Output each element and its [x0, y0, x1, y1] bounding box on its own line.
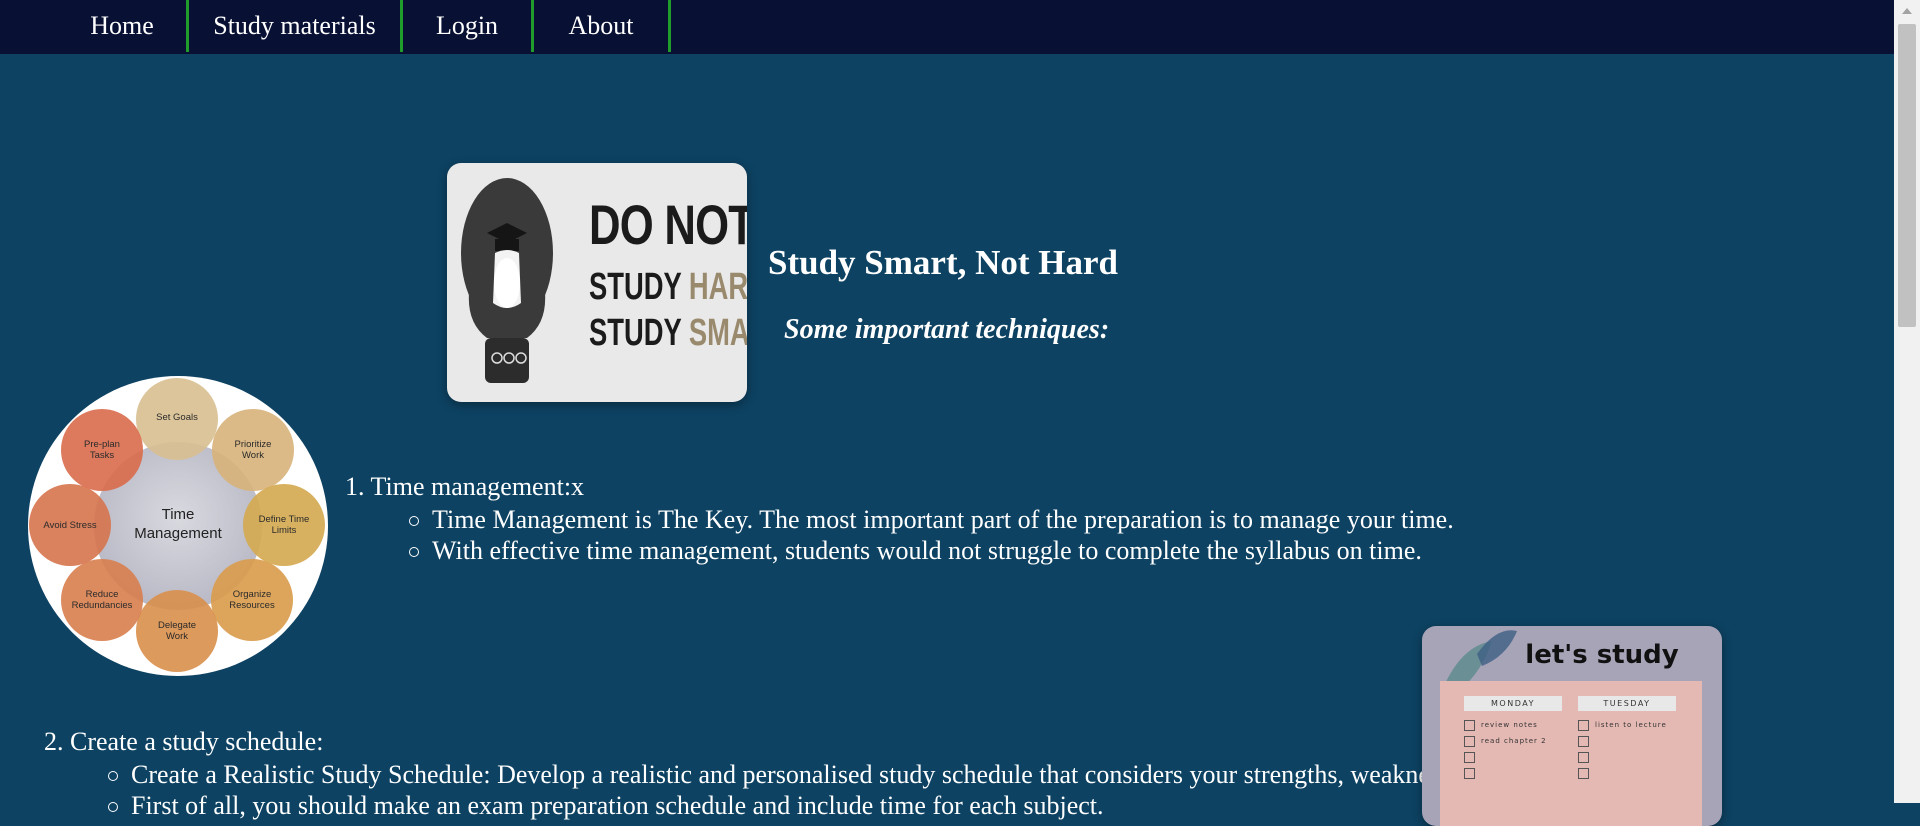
poster-line-1: DO NOT — [589, 193, 747, 256]
checkbox[interactable] — [1464, 767, 1475, 779]
poster-line-3-smart: SMART. — [688, 312, 747, 354]
checkbox[interactable] — [1578, 767, 1589, 779]
section-1-bullets: Time Management is The Key. The most imp… — [409, 504, 1454, 566]
diagram-center-label: Time Management — [134, 506, 222, 542]
page-title: Study Smart, Not Hard — [768, 243, 1119, 282]
page-subtitle: Some important techniques: — [784, 314, 1110, 345]
checkbox[interactable] — [1578, 735, 1589, 747]
poster-line-2-hard: HARD, — [688, 266, 747, 308]
checkbox[interactable] — [1578, 719, 1589, 731]
planner-sheet: MONDAY TUESDAY review notes read chapter… — [1440, 681, 1702, 826]
planner-title: let's study — [1525, 640, 1679, 670]
section-time-management: 1. Time management:x Time Management is … — [345, 471, 1454, 566]
diagram-node-delegate-work: Delegate Work — [157, 620, 197, 642]
planner-tuesday-tasks: listen to lecture — [1578, 717, 1667, 781]
planner-day-tuesday: TUESDAY — [1578, 696, 1676, 711]
planner-monday-tasks: review notes read chapter 2 — [1464, 717, 1547, 781]
section-1-heading: 1. Time management:x — [345, 472, 585, 501]
nav-login-link[interactable]: Login — [403, 0, 534, 52]
nav-study-materials-link[interactable]: Study materials — [189, 0, 403, 52]
top-navbar: Home Study materials Login About — [0, 0, 1894, 54]
poster-line-2: STUDY HARD, — [589, 265, 747, 309]
nav-about-link[interactable]: About — [534, 0, 671, 52]
time-management-diagram: Time Management Set Goals Prioritize Work … — [26, 375, 330, 677]
lets-study-planner-image: let's study MONDAY TUESDAY review notes … — [1422, 626, 1722, 826]
poster-line-3: STUDY SMART. — [589, 311, 747, 355]
diagram-node-define-time-limits: Define Time Limits — [258, 514, 310, 536]
checkbox[interactable] — [1464, 735, 1475, 747]
diagram-node-reduce-redundancies: Reduce Redundancies — [71, 589, 133, 611]
planner-day-monday: MONDAY — [1464, 696, 1562, 711]
vertical-scrollbar[interactable] — [1894, 0, 1920, 803]
list-item: Time Management is The Key. The most imp… — [409, 505, 1454, 534]
checkbox[interactable] — [1578, 751, 1589, 763]
checkbox[interactable] — [1464, 751, 1475, 763]
nav-home-link[interactable]: Home — [58, 0, 189, 52]
poster-line-2-study: STUDY — [589, 266, 682, 308]
diagram-node-avoid-stress: Avoid Stress — [43, 520, 97, 531]
list-item: With effective time management, students… — [409, 535, 1454, 566]
diagram-node-set-goals: Set Goals — [156, 412, 198, 423]
checkbox[interactable] — [1464, 719, 1475, 731]
diagram-node-pre-plan-tasks: Pre-plan Tasks — [84, 439, 120, 461]
scroll-up-arrow-icon[interactable] — [1902, 8, 1912, 14]
scrollbar-thumb[interactable] — [1898, 24, 1916, 327]
diagram-node-organize-resources: Organize Resources — [229, 589, 275, 611]
study-smart-poster-image: DO NOT STUDY HARD, STUDY SMART. — [447, 163, 747, 402]
diagram-node-prioritize-work: Prioritize Work — [234, 439, 272, 461]
poster-line-3-study: STUDY — [589, 312, 682, 354]
